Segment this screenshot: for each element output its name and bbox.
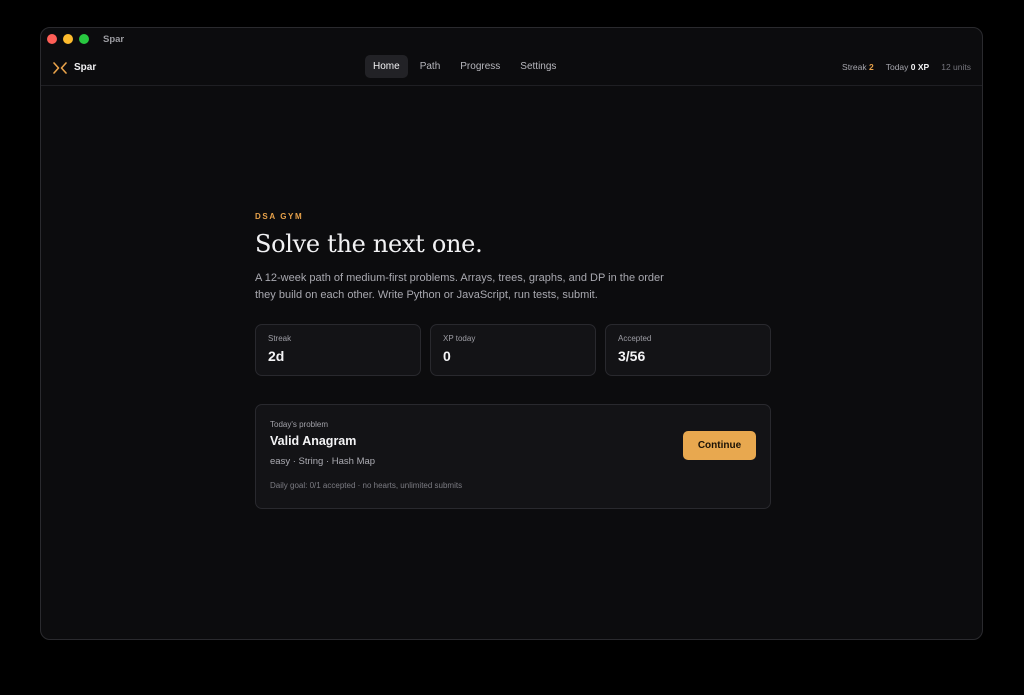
nav-tabs: Home Path Progress Settings [365, 55, 564, 78]
problem-card-label: Today's problem [270, 420, 328, 429]
stat-label: Streak [268, 334, 292, 343]
eyebrow-label: DSA GYM [255, 212, 304, 221]
header-streak: Streak 2 [842, 62, 874, 72]
tab-path[interactable]: Path [412, 55, 449, 78]
window-title: Spar [103, 33, 125, 45]
page-title: Solve the next one. [255, 230, 483, 258]
stat-value: 3/56 [618, 348, 646, 364]
main-content: DSA GYM Solve the next one. A 12-week pa… [255, 212, 771, 509]
window-controls [47, 34, 89, 44]
page-description: A 12-week path of medium-first problems.… [255, 272, 664, 301]
stat-value: 0 [443, 348, 451, 364]
header-units: 12 units [941, 62, 971, 72]
header-today-label: Today [885, 62, 909, 72]
continue-button[interactable]: Continue [683, 431, 756, 460]
brand-name: Spar [74, 62, 97, 73]
stat-card-xp-today: XP today 0 [430, 324, 596, 376]
tab-progress[interactable]: Progress [452, 55, 508, 78]
close-window-button[interactable] [47, 34, 57, 44]
header-today-value: 0 XP [910, 62, 930, 72]
brand[interactable]: Spar [53, 61, 97, 74]
stat-cards: Streak 2d XP today 0 Accepted 3/56 [255, 324, 771, 376]
tab-settings[interactable]: Settings [512, 55, 564, 78]
header-streak-label: Streak [842, 62, 867, 72]
spar-logo-icon [53, 61, 67, 74]
stat-value: 2d [268, 348, 285, 364]
app-window: Spar Spar Home Path Progress Settings St… [40, 27, 983, 640]
stat-card-accepted: Accepted 3/56 [605, 324, 771, 376]
title-bar: Spar [41, 28, 982, 50]
zoom-window-button[interactable] [79, 34, 89, 44]
stat-card-streak: Streak 2d [255, 324, 421, 376]
header-streak-value: 2 [868, 62, 874, 72]
minimize-window-button[interactable] [63, 34, 73, 44]
header-stats: Streak 2 Today 0 XP 12 units [842, 62, 971, 72]
top-navbar: Spar Home Path Progress Settings Streak … [41, 50, 982, 86]
header-today: Today 0 XP [886, 62, 930, 72]
tab-home[interactable]: Home [365, 55, 408, 78]
todays-problem-card: Today's problem Valid Anagram easy · Str… [255, 404, 771, 509]
stat-label: XP today [443, 334, 476, 343]
daily-goal-text: Daily goal: 0/1 accepted · no hearts, un… [270, 481, 463, 490]
stat-label: Accepted [618, 334, 652, 343]
